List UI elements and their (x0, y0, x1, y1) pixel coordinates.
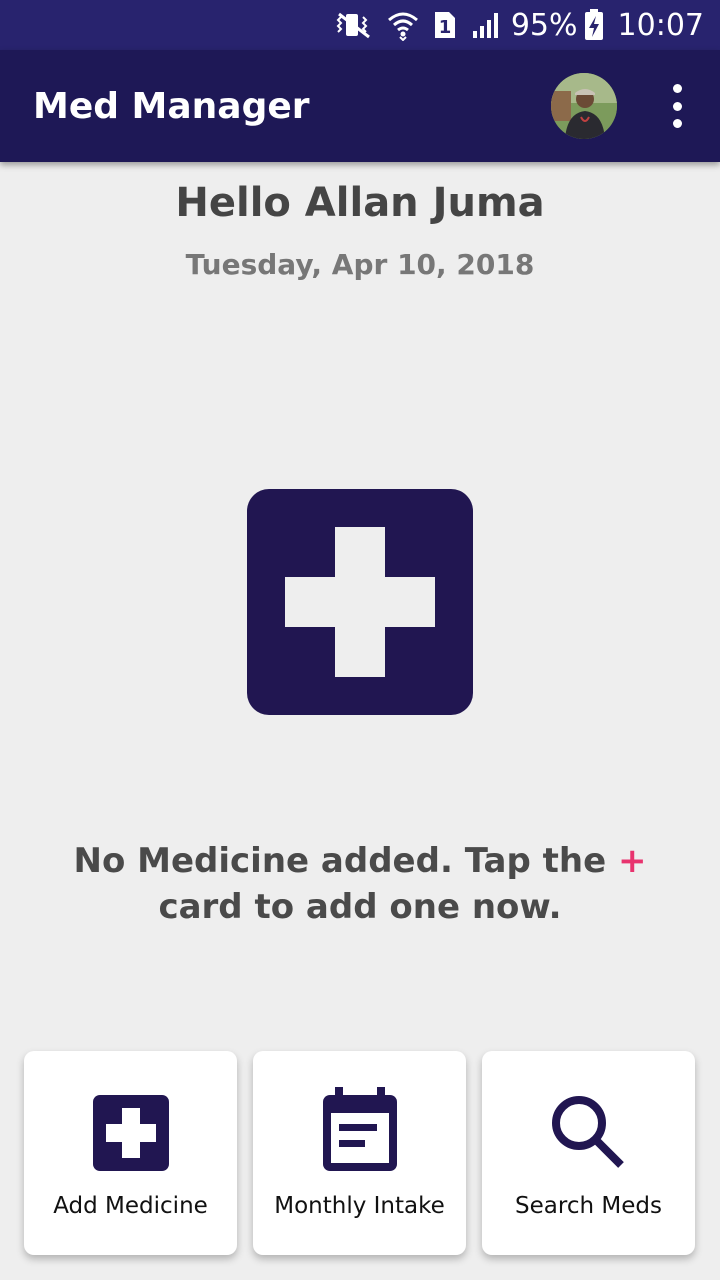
plus-accent: + (618, 841, 647, 881)
sim-slot-number: 1 (439, 17, 452, 38)
empty-state-message: No Medicine added. Tap the + card to add… (60, 838, 660, 930)
add-medicine-label: Add Medicine (53, 1193, 208, 1219)
add-medicine-icon (24, 1087, 237, 1173)
app-toolbar: Med Manager (0, 50, 720, 162)
vibrate-icon (333, 10, 373, 40)
app-title: Med Manager (33, 86, 310, 127)
empty-message-part1: No Medicine added. Tap the (73, 841, 607, 881)
more-vert-icon[interactable] (660, 84, 694, 128)
battery-percent: 95% (510, 7, 578, 43)
search-meds-button[interactable]: Search Meds (482, 1051, 695, 1255)
monthly-intake-button[interactable]: Monthly Intake (253, 1051, 466, 1255)
battery-charging-icon (584, 9, 604, 41)
greeting: Hello Allan Juma (175, 180, 545, 226)
signal-icon (471, 11, 501, 39)
avatar[interactable] (551, 73, 617, 139)
calendar-icon (253, 1087, 466, 1173)
sim-icon: 1 (433, 10, 457, 40)
search-meds-label: Search Meds (515, 1193, 662, 1219)
add-medicine-button[interactable]: Add Medicine (24, 1051, 237, 1255)
clock: 10:07 (617, 7, 704, 43)
empty-message-part2: card to add one now. (158, 887, 562, 927)
status-bar: 1 95% 10:07 (0, 0, 720, 50)
add-medicine-card[interactable] (247, 489, 473, 715)
wifi-icon (387, 9, 419, 41)
search-icon (482, 1087, 695, 1173)
monthly-intake-label: Monthly Intake (274, 1193, 445, 1219)
current-date: Tuesday, Apr 10, 2018 (185, 248, 535, 281)
